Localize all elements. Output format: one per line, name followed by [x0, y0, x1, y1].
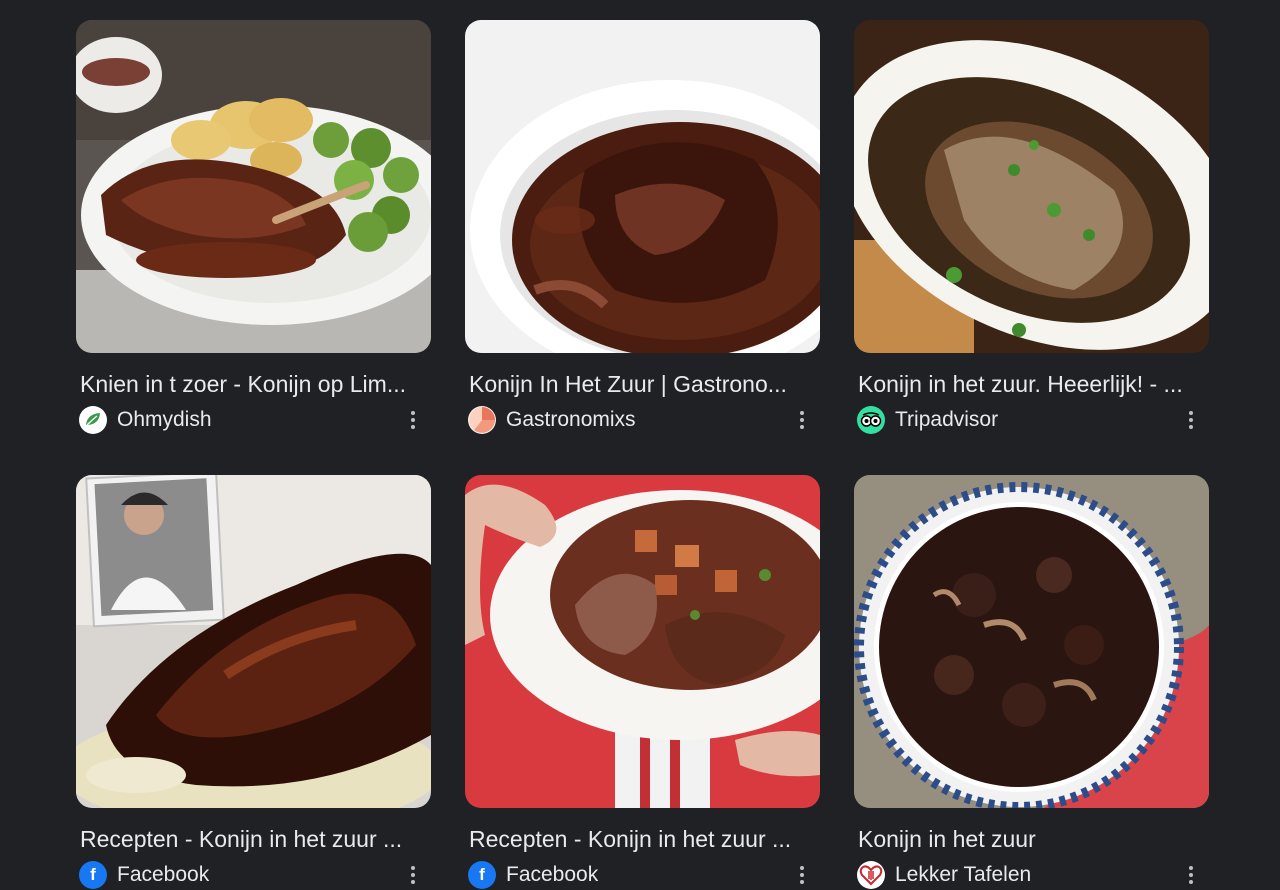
- source-name: Lekker Tafelen: [895, 863, 1032, 886]
- result-image-1[interactable]: [76, 20, 431, 353]
- result-card-2[interactable]: Konijn In Het Zuur | Gastrono... Gastron…: [465, 20, 820, 435]
- result-source[interactable]: Gastronomixs: [465, 405, 820, 435]
- owl-icon: [857, 406, 885, 434]
- leaf-icon: [79, 406, 107, 434]
- result-card-5[interactable]: Recepten - Konijn in het zuur ... f Face…: [465, 475, 820, 890]
- result-source[interactable]: f Facebook: [465, 860, 820, 890]
- result-source[interactable]: Lekker Tafelen: [854, 860, 1209, 890]
- facebook-icon: f: [79, 861, 107, 889]
- result-title[interactable]: Konijn in het zuur. Heeerlijk! - ...: [854, 369, 1204, 399]
- facebook-icon: f: [468, 861, 496, 889]
- source-name: Facebook: [506, 863, 599, 886]
- result-source[interactable]: Ohmydish: [76, 405, 431, 435]
- more-options-icon[interactable]: [1179, 405, 1203, 435]
- result-title[interactable]: Konijn in het zuur: [854, 824, 1204, 854]
- result-title[interactable]: Recepten - Konijn in het zuur ...: [465, 824, 815, 854]
- result-title[interactable]: Konijn In Het Zuur | Gastrono...: [465, 369, 815, 399]
- source-name: Gastronomixs: [506, 408, 636, 431]
- result-title[interactable]: Knien in t zoer - Konijn op Lim...: [76, 369, 426, 399]
- result-source[interactable]: f Facebook: [76, 860, 431, 890]
- result-image-2[interactable]: [465, 20, 820, 353]
- result-source[interactable]: Tripadvisor: [854, 405, 1209, 435]
- more-options-icon[interactable]: [401, 860, 425, 890]
- result-image-5[interactable]: [465, 475, 820, 808]
- result-card-4[interactable]: Recepten - Konijn in het zuur ... f Face…: [76, 475, 431, 890]
- pulled-rabbit-platter-image: [854, 20, 1209, 353]
- result-title[interactable]: Recepten - Konijn in het zuur ...: [76, 824, 426, 854]
- source-name: Facebook: [117, 863, 210, 886]
- more-options-icon[interactable]: [1179, 860, 1203, 890]
- heart-logo-icon: [857, 861, 885, 889]
- braised-rabbit-plate-image: [76, 20, 431, 353]
- slice-icon: [468, 406, 496, 434]
- glazed-rabbit-leg-image: [76, 475, 431, 808]
- result-card-3[interactable]: Konijn in het zuur. Heeerlijk! - ... Tri…: [854, 20, 1209, 435]
- result-image-6[interactable]: [854, 475, 1209, 808]
- result-image-4[interactable]: [76, 475, 431, 808]
- more-options-icon[interactable]: [790, 405, 814, 435]
- rabbit-stew-patterned-bowl-image: [854, 475, 1209, 808]
- hands-holding-bowl-image: [465, 475, 820, 808]
- source-name: Ohmydish: [117, 408, 212, 431]
- result-card-1[interactable]: Knien in t zoer - Konijn op Lim... Ohmyd…: [76, 20, 431, 435]
- more-options-icon[interactable]: [401, 405, 425, 435]
- more-options-icon[interactable]: [790, 860, 814, 890]
- rabbit-stew-bowl-image: [465, 20, 820, 353]
- source-name: Tripadvisor: [895, 408, 999, 431]
- result-image-3[interactable]: [854, 20, 1209, 353]
- result-card-6[interactable]: Konijn in het zuur Lekker Tafelen: [854, 475, 1209, 890]
